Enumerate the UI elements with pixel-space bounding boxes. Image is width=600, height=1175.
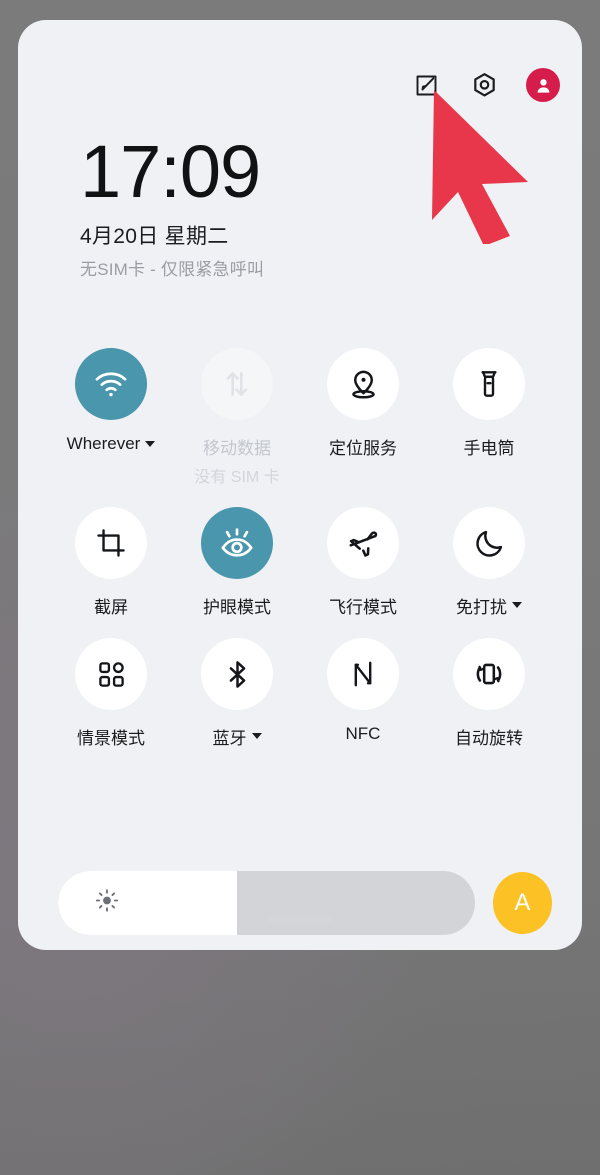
grid-apps-icon[interactable] bbox=[75, 638, 147, 710]
crop-icon[interactable] bbox=[75, 507, 147, 579]
brightness-slider[interactable] bbox=[58, 871, 475, 935]
toggle-label: 护眼模式 bbox=[203, 593, 271, 618]
toggle-label: 截屏 bbox=[94, 593, 128, 618]
chevron-down-icon[interactable] bbox=[251, 733, 262, 739]
brightness-fill bbox=[58, 871, 238, 935]
toggle-label-text: 蓝牙 bbox=[212, 729, 247, 748]
toggle-sublabel: 没有 SIM 卡 bbox=[194, 469, 280, 486]
toggle-label-text: 定位服务 bbox=[329, 439, 397, 458]
toggle-tile-auto-rotate[interactable]: 自动旋转 bbox=[426, 638, 552, 749]
flashlight-icon[interactable] bbox=[453, 348, 525, 420]
chevron-down-icon[interactable] bbox=[145, 440, 156, 447]
toggle-label: 自动旋转 bbox=[455, 724, 523, 749]
toggle-tile-wifi[interactable]: Wherever bbox=[48, 348, 174, 487]
wifi-icon[interactable] bbox=[75, 348, 147, 420]
toggle-label-text: 情景模式 bbox=[77, 729, 145, 748]
bluetooth-icon[interactable] bbox=[201, 638, 273, 710]
quick-toggle-row: Wherever 移动数据 没有 SIM 卡定位服务 手电筒 bbox=[48, 348, 552, 487]
toggle-label: Wherever bbox=[67, 434, 156, 454]
toggle-label: 情景模式 bbox=[77, 724, 145, 749]
user-avatar-icon[interactable] bbox=[526, 68, 560, 102]
header-action-bar bbox=[410, 68, 560, 102]
nfc-icon[interactable] bbox=[327, 638, 399, 710]
toggle-tile-nfc[interactable]: NFC bbox=[300, 638, 426, 749]
clock-block: 17:09 4月20日 星期二 无SIM卡 - 仅限紧急呼叫 bbox=[80, 132, 264, 280]
toggle-label-text: Wherever bbox=[66, 434, 141, 453]
toggle-tile-screenshot[interactable]: 截屏 bbox=[48, 507, 174, 618]
toggle-tile-eye-comfort[interactable]: 护眼模式 bbox=[174, 507, 300, 618]
toggle-label-text: 移动数据 bbox=[203, 439, 271, 458]
toggle-label: 蓝牙 bbox=[213, 724, 262, 749]
edit-square-icon[interactable] bbox=[410, 69, 442, 101]
clock-date: 4月20日 星期二 bbox=[80, 225, 229, 248]
toggle-label-text: 免打扰 bbox=[456, 598, 507, 617]
chevron-down-icon[interactable] bbox=[512, 602, 522, 608]
data-transfer-icon[interactable] bbox=[201, 348, 273, 420]
toggle-label-text: 手电筒 bbox=[463, 439, 515, 458]
moon-icon[interactable] bbox=[453, 507, 525, 579]
brightness-row: A bbox=[58, 871, 552, 935]
hex-gear-icon[interactable] bbox=[468, 69, 500, 101]
toggle-label-text: 飞行模式 bbox=[329, 598, 397, 617]
toggle-label: 免打扰 bbox=[456, 593, 522, 618]
toggle-label-text: 护眼模式 bbox=[203, 598, 271, 617]
toggle-tile-dnd[interactable]: 免打扰 bbox=[426, 507, 552, 618]
quick-settings-panel: 17:09 4月20日 星期二 无SIM卡 - 仅限紧急呼叫 Wherever 移… bbox=[18, 20, 582, 950]
toggle-tile-bluetooth[interactable]: 蓝牙 bbox=[174, 638, 300, 749]
toggle-label-text: 自动旋转 bbox=[455, 729, 523, 748]
auto-rotate-icon[interactable] bbox=[453, 638, 525, 710]
toggle-tile-location[interactable]: 定位服务 bbox=[300, 348, 426, 487]
toggle-label: 定位服务 bbox=[329, 434, 397, 459]
airplane-icon[interactable] bbox=[327, 507, 399, 579]
quick-toggle-grid: Wherever 移动数据 没有 SIM 卡定位服务 手电筒 截屏 护眼模式 飞行模式 免打扰… bbox=[48, 348, 552, 749]
toggle-label-text: NFC bbox=[345, 724, 381, 743]
toggle-tile-flashlight[interactable]: 手电筒 bbox=[426, 348, 552, 487]
clock-time: 17:09 bbox=[80, 130, 261, 213]
quick-toggle-row: 情景模式 蓝牙 NFC 自动旋转 bbox=[48, 638, 552, 749]
home-indicator[interactable] bbox=[268, 916, 332, 922]
toggle-label: 飞行模式 bbox=[329, 593, 397, 618]
sun-icon bbox=[94, 888, 120, 919]
eye-icon[interactable] bbox=[201, 507, 273, 579]
toggle-tile-mobile-data[interactable]: 移动数据没有 SIM 卡 bbox=[174, 348, 300, 487]
toggle-label: NFC bbox=[346, 724, 381, 744]
toggle-label-text: 截屏 bbox=[94, 598, 128, 617]
carrier-status: 无SIM卡 - 仅限紧急呼叫 bbox=[80, 260, 265, 279]
toggle-label: 手电筒 bbox=[464, 434, 515, 459]
toggle-tile-airplane[interactable]: 飞行模式 bbox=[300, 507, 426, 618]
quick-toggle-row: 截屏 护眼模式 飞行模式 免打扰 bbox=[48, 507, 552, 618]
toggle-label: 移动数据 bbox=[203, 434, 271, 459]
toggle-tile-scene-mode[interactable]: 情景模式 bbox=[48, 638, 174, 749]
location-pin-icon[interactable] bbox=[327, 348, 399, 420]
auto-brightness-button[interactable]: A bbox=[492, 872, 552, 934]
